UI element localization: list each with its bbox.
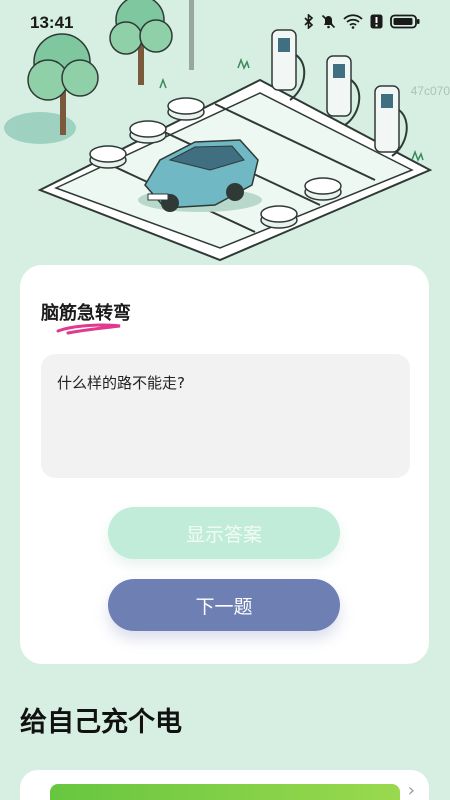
- title-underline-scribble: [56, 323, 121, 335]
- chevron-right-icon[interactable]: ›: [408, 780, 415, 800]
- alert-icon: [370, 14, 383, 29]
- recharge-card[interactable]: ›: [20, 770, 429, 800]
- question-text: 什么样的路不能走?: [57, 374, 185, 392]
- section-title: 给自己充个电: [20, 707, 182, 738]
- battery-icon: [390, 14, 420, 29]
- status-time: 13:41: [30, 13, 74, 32]
- recharge-banner[interactable]: [50, 784, 400, 800]
- status-icons: [304, 14, 420, 29]
- hero-watermark: 47c070: [410, 84, 450, 98]
- question-box: 什么样的路不能走?: [41, 354, 410, 478]
- mute-bell-icon: [321, 14, 336, 29]
- show-answer-button[interactable]: 显示答案: [108, 507, 340, 559]
- riddle-card: 脑筋急转弯 什么样的路不能走? 显示答案 下一题: [20, 265, 429, 664]
- bluetooth-icon: [304, 14, 314, 29]
- charger-station-3: [374, 85, 408, 157]
- next-question-button[interactable]: 下一题: [108, 579, 340, 631]
- charger-station-2: [326, 55, 361, 126]
- wifi-icon: [343, 14, 363, 29]
- status-bar: 13:41: [0, 0, 450, 44]
